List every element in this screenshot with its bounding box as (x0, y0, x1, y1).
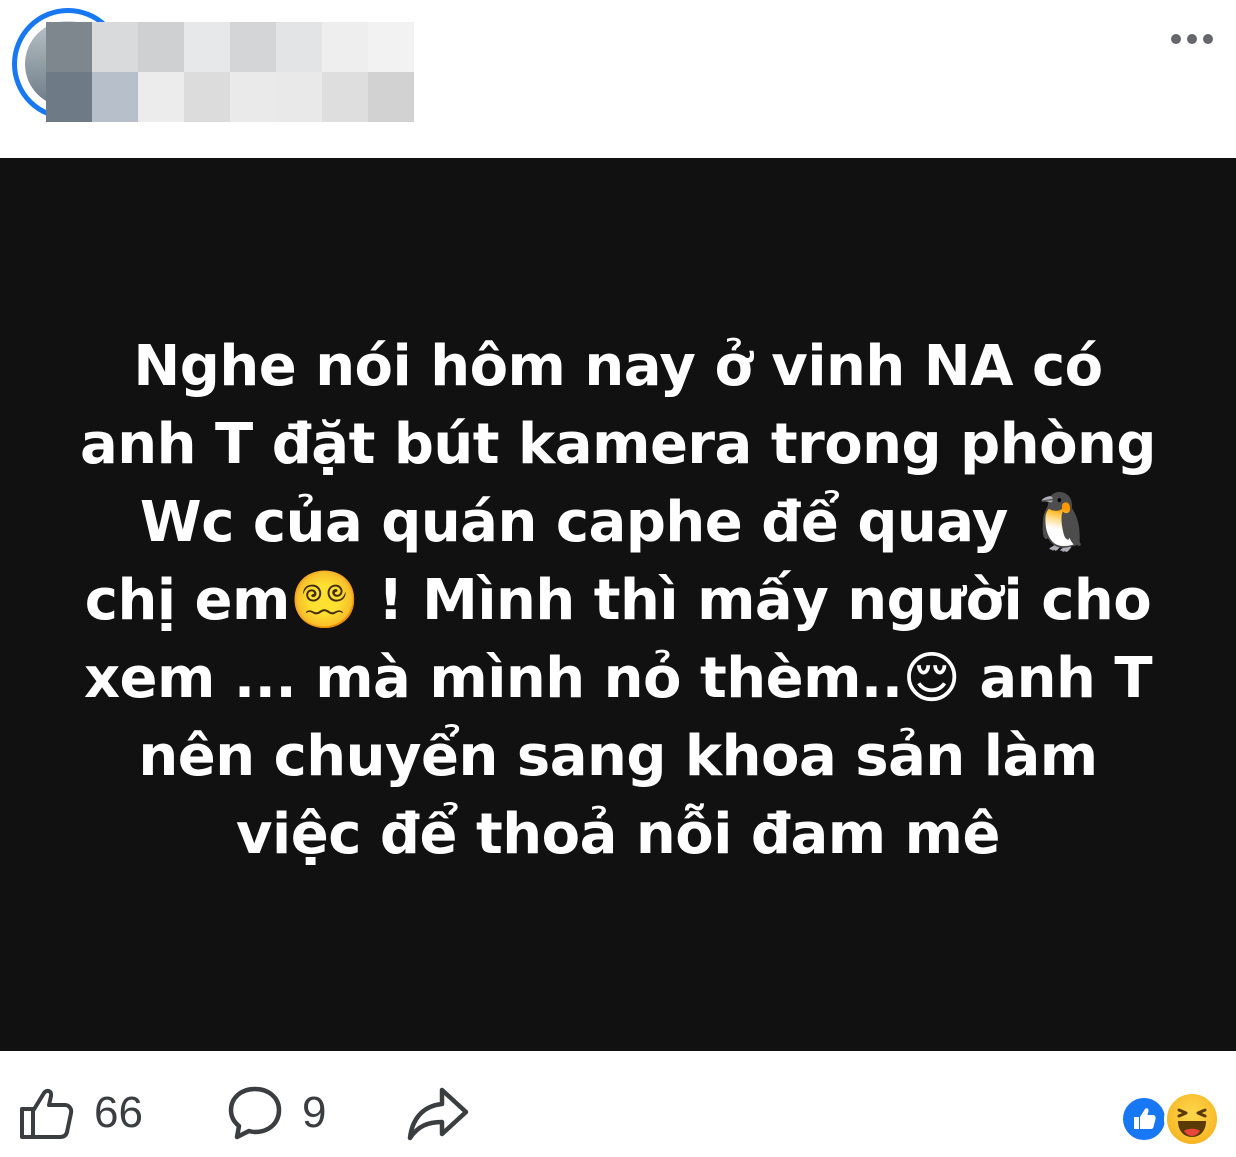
more-horizontal-icon (1171, 34, 1181, 44)
comment-count: 9 (302, 1088, 327, 1137)
like-reaction-icon (1120, 1095, 1168, 1143)
post-content-card: Nghe nói hôm nay ở vinh NA có anh T đặt … (0, 158, 1236, 1051)
post-actions-bar: 66 9 (0, 1051, 1236, 1157)
post-text: Nghe nói hôm nay ở vinh NA có anh T đặt … (79, 334, 1157, 867)
author-name-pixelated[interactable] (46, 22, 416, 122)
haha-reaction-icon (1164, 1091, 1220, 1147)
speech-bubble-icon (228, 1086, 282, 1140)
like-count: 66 (94, 1088, 143, 1137)
post-header (0, 0, 1236, 158)
like-button[interactable]: 66 (16, 1083, 143, 1143)
reactions-summary[interactable] (1120, 1091, 1224, 1147)
thumbs-up-outline-icon (20, 1088, 74, 1139)
facebook-post: Nghe nói hôm nay ở vinh NA có anh T đặt … (0, 0, 1236, 1157)
comment-button[interactable]: 9 (226, 1083, 326, 1143)
more-options-button[interactable] (1164, 22, 1220, 56)
share-button[interactable] (406, 1083, 470, 1143)
share-arrow-icon (407, 1087, 469, 1141)
